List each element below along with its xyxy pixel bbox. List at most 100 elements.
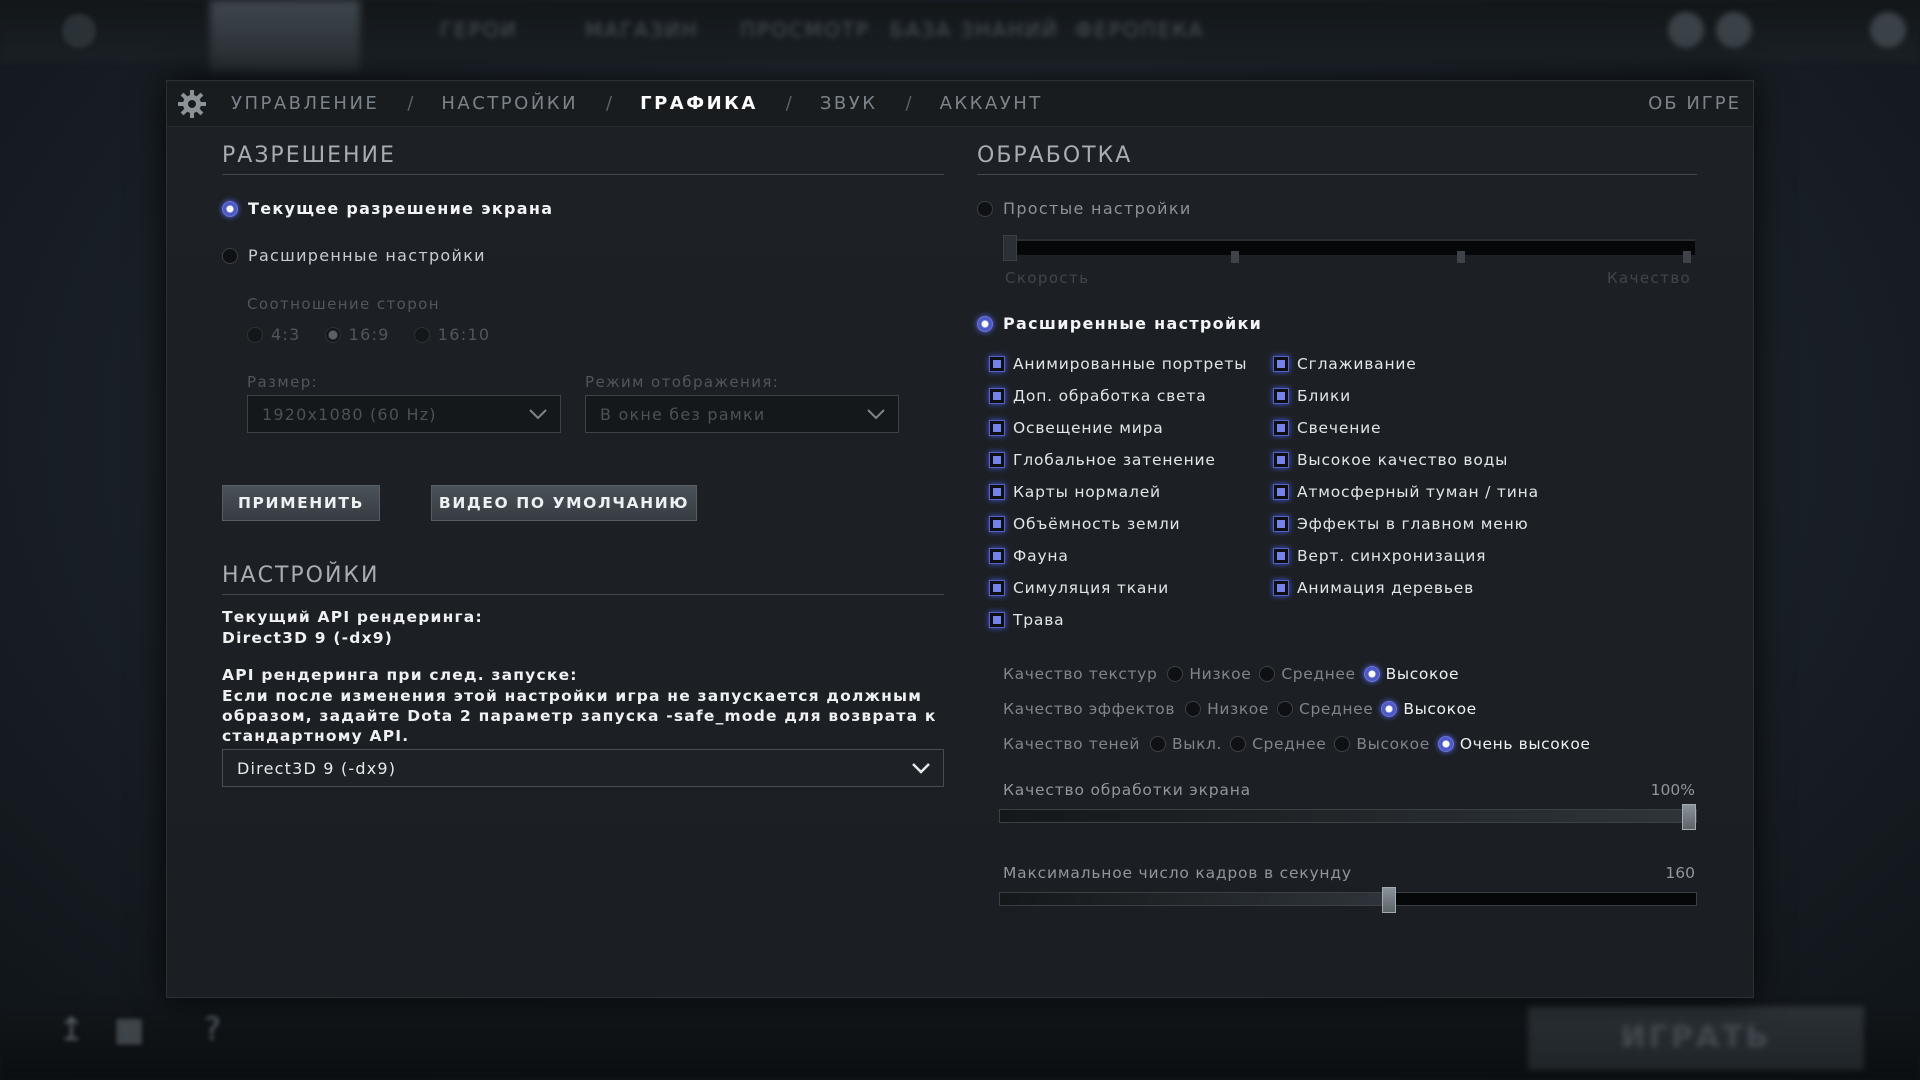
- slider-thumb[interactable]: [1682, 804, 1696, 830]
- shadow-quality-option[interactable]: Среднее: [1230, 735, 1326, 753]
- display-mode-dropdown[interactable]: В окне без рамки: [585, 395, 899, 433]
- radio-button[interactable]: [977, 315, 993, 332]
- size-dropdown[interactable]: 1920x1080 (60 Hz): [247, 395, 561, 433]
- checkbox-icon[interactable]: [1273, 548, 1289, 564]
- aspect-4-3-radio[interactable]: [247, 326, 263, 343]
- radio-button[interactable]: [1277, 701, 1294, 717]
- radio-button[interactable]: [1259, 666, 1276, 682]
- effects-quality-option[interactable]: Среднее: [1277, 700, 1373, 718]
- tab-settings[interactable]: НАСТРОЙКИ: [441, 93, 578, 114]
- current-resolution-option[interactable]: Текущее разрешение экрана: [222, 199, 553, 218]
- background-nav-item: ПРОСМОТР: [740, 18, 871, 42]
- checkbox-icon[interactable]: [989, 452, 1005, 468]
- max-fps-slider[interactable]: [999, 887, 1697, 913]
- shadow-quality-option[interactable]: Выкл.: [1150, 735, 1222, 753]
- checkbox-world-lighting[interactable]: Освещение мира: [989, 419, 1164, 437]
- checkbox-icon[interactable]: [989, 388, 1005, 404]
- radio-button[interactable]: [1150, 736, 1167, 752]
- texture-quality-option[interactable]: Высокое: [1363, 665, 1459, 683]
- simple-settings-option[interactable]: Простые настройки: [977, 199, 1192, 218]
- shadow-quality-option[interactable]: Высокое: [1334, 735, 1429, 753]
- checkbox-bloom[interactable]: Свечение: [1273, 419, 1381, 437]
- option-label: Среднее: [1252, 735, 1327, 753]
- slider-thumb[interactable]: [1382, 887, 1396, 913]
- checkbox-fauna[interactable]: Фауна: [989, 547, 1069, 565]
- advanced-resolution-option[interactable]: Расширенные настройки: [222, 246, 486, 265]
- checkbox-animated-portraits[interactable]: Анимированные портреты: [989, 355, 1247, 373]
- slider-thumb[interactable]: [1003, 235, 1017, 261]
- checkbox-icon[interactable]: [1273, 516, 1289, 532]
- tab-sound[interactable]: ЗВУК: [820, 93, 878, 114]
- radio-button[interactable]: [222, 247, 238, 264]
- checkbox-vsync[interactable]: Верт. синхронизация: [1273, 547, 1486, 565]
- checkbox-main-menu-effects[interactable]: Эффекты в главном меню: [1273, 515, 1528, 533]
- checkbox-tree-animation[interactable]: Анимация деревьев: [1273, 579, 1474, 597]
- aspect-16-10-radio[interactable]: [413, 326, 430, 343]
- checkbox-icon[interactable]: [989, 580, 1005, 596]
- speed-label: Скорость: [1005, 269, 1090, 287]
- checkbox-icon[interactable]: [989, 612, 1005, 628]
- shadow-quality-option[interactable]: Очень высокое: [1437, 735, 1591, 753]
- checkbox-ambient-occlusion[interactable]: Глобальное затенение: [989, 451, 1216, 469]
- texture-quality-option[interactable]: Низкое: [1167, 665, 1251, 683]
- checkbox-icon[interactable]: [1273, 388, 1289, 404]
- option-label: Среднее: [1299, 700, 1374, 718]
- checkbox-label: Освещение мира: [1013, 419, 1164, 437]
- checkbox-ground-parallax[interactable]: Объёмность земли: [989, 515, 1180, 533]
- texture-quality-option[interactable]: Среднее: [1259, 665, 1355, 683]
- default-video-button[interactable]: ВИДЕО ПО УМОЛЧАНИЮ: [431, 485, 697, 521]
- background-profile-icon: [1668, 12, 1704, 48]
- checkbox-specular[interactable]: Блики: [1273, 387, 1351, 405]
- apply-button[interactable]: ПРИМЕНИТЬ: [222, 485, 380, 521]
- checkbox-normal-maps[interactable]: Карты нормалей: [989, 483, 1161, 501]
- aspect-4-3-label: 4:3: [271, 325, 301, 344]
- radio-button[interactable]: [1381, 701, 1398, 717]
- max-fps-value: 160: [1665, 864, 1695, 882]
- effects-quality-option[interactable]: Низкое: [1185, 700, 1269, 718]
- option-label: Низкое: [1207, 700, 1270, 718]
- checkbox-icon[interactable]: [989, 420, 1005, 436]
- settings-panel: УПРАВЛЕНИЕ / НАСТРОЙКИ / ГРАФИКА / ЗВУК …: [166, 80, 1754, 998]
- max-fps-label: Максимальное число кадров в секунду: [1003, 864, 1352, 882]
- radio-button[interactable]: [1167, 666, 1184, 682]
- effects-quality-option[interactable]: Высокое: [1381, 700, 1476, 718]
- radio-button[interactable]: [1230, 736, 1247, 752]
- gear-icon[interactable]: [175, 87, 209, 121]
- checkbox-extra-lighting[interactable]: Доп. обработка света: [989, 387, 1207, 405]
- checkbox-label: Атмосферный туман / тина: [1297, 483, 1539, 501]
- tab-separator: /: [407, 93, 414, 114]
- simple-quality-slider[interactable]: [1003, 235, 1695, 263]
- checkbox-icon[interactable]: [1273, 580, 1289, 596]
- checkbox-icon[interactable]: [1273, 484, 1289, 500]
- slider-tick: [1231, 251, 1239, 263]
- radio-button[interactable]: [1185, 701, 1202, 717]
- checkbox-grass[interactable]: Трава: [989, 611, 1064, 629]
- advanced-processing-option[interactable]: Расширенные настройки: [977, 314, 1262, 333]
- checkbox-icon[interactable]: [989, 484, 1005, 500]
- aspect-16-9-radio[interactable]: [324, 326, 341, 343]
- radio-button[interactable]: [1437, 736, 1454, 752]
- screen-quality-slider[interactable]: [999, 804, 1697, 830]
- radio-button[interactable]: [1334, 736, 1351, 752]
- checkbox-cloth-simulation[interactable]: Симуляция ткани: [989, 579, 1169, 597]
- option-label: Выкл.: [1172, 735, 1223, 753]
- render-api-dropdown[interactable]: Direct3D 9 (-dx9): [222, 749, 944, 787]
- checkbox-icon[interactable]: [989, 356, 1005, 372]
- checkbox-icon[interactable]: [1273, 452, 1289, 468]
- tab-controls[interactable]: УПРАВЛЕНИЕ: [231, 93, 379, 114]
- tab-account[interactable]: АККАУНТ: [940, 93, 1043, 114]
- checkbox-label: Доп. обработка света: [1013, 387, 1207, 405]
- tab-graphics[interactable]: ГРАФИКА: [640, 93, 758, 114]
- radio-button[interactable]: [977, 200, 993, 217]
- checkbox-icon[interactable]: [989, 548, 1005, 564]
- checkbox-antialiasing[interactable]: Сглаживание: [1273, 355, 1417, 373]
- checkbox-high-quality-water[interactable]: Высокое качество воды: [1273, 451, 1508, 469]
- checkbox-atmospheric-fog[interactable]: Атмосферный туман / тина: [1273, 483, 1539, 501]
- radio-button[interactable]: [1363, 666, 1380, 682]
- slider-fill: [1000, 810, 1689, 822]
- radio-button[interactable]: [222, 200, 238, 217]
- checkbox-icon[interactable]: [1273, 356, 1289, 372]
- checkbox-icon[interactable]: [989, 516, 1005, 532]
- checkbox-icon[interactable]: [1273, 420, 1289, 436]
- tab-about[interactable]: ОБ ИГРЕ: [1648, 93, 1741, 114]
